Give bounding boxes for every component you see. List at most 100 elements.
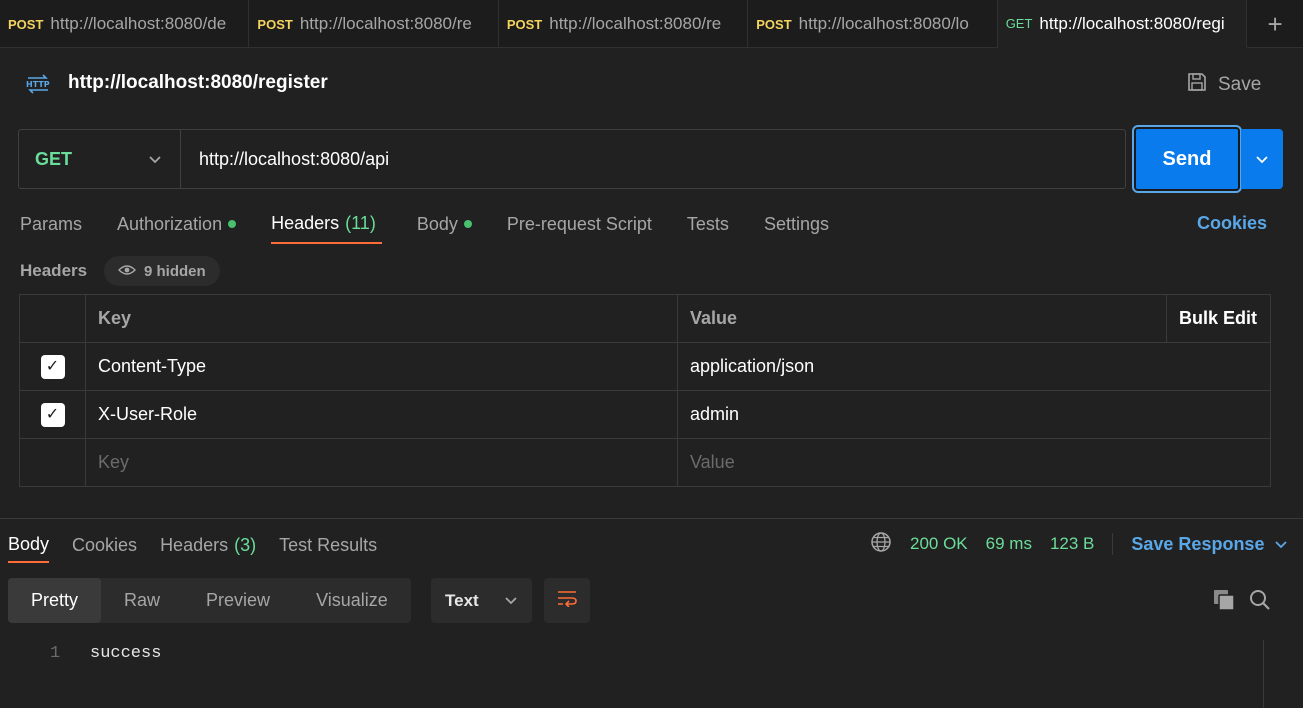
chevron-down-icon <box>148 149 162 170</box>
method-badge: GET <box>1005 16 1033 31</box>
request-header: HTTP http://localhost:8080/register Save <box>0 48 1303 120</box>
header-value[interactable]: application/json <box>677 342 1271 391</box>
tab-body[interactable]: Body <box>417 204 472 244</box>
tab-url: http://localhost:8080/re <box>549 14 722 33</box>
tab-label: Body <box>8 533 50 554</box>
http-icon: HTTP <box>24 72 52 96</box>
tab-url: http://localhost:8080/lo <box>798 14 969 33</box>
status-code[interactable]: 200 OK <box>910 534 968 554</box>
eye-icon <box>118 263 136 280</box>
table-row-empty: Key Value <box>19 438 1271 487</box>
tab-settings[interactable]: Settings <box>764 204 829 244</box>
globe-icon[interactable] <box>870 531 892 558</box>
line-number: 1 <box>50 644 61 663</box>
request-tab[interactable]: POST http://localhost:8080/lo <box>748 0 998 48</box>
method-select[interactable]: GET <box>19 130 181 188</box>
chevron-down-icon <box>1255 149 1269 170</box>
headers-label: Headers <box>20 261 88 280</box>
request-tab[interactable]: POST http://localhost:8080/re <box>499 0 749 48</box>
tab-tests[interactable]: Tests <box>687 204 729 244</box>
stats-separator <box>1112 533 1114 555</box>
checkbox[interactable]: ✓ <box>40 354 65 379</box>
scrollbar-track[interactable] <box>1263 640 1264 708</box>
tab-prerequest-script[interactable]: Pre-request Script <box>507 204 652 244</box>
header-value[interactable]: admin <box>677 390 1271 439</box>
request-tab[interactable]: POST http://localhost:8080/de <box>0 0 250 48</box>
send-button[interactable]: Send <box>1132 125 1242 193</box>
format-pretty[interactable]: Pretty <box>8 578 102 623</box>
method-label: GET <box>35 148 73 169</box>
count-badge: (3) <box>234 534 257 555</box>
method-badge: POST <box>257 16 293 32</box>
method-badge: POST <box>506 16 543 32</box>
url-bar: GET <box>18 129 1126 189</box>
response-tab-cookies[interactable]: Cookies <box>72 527 137 563</box>
response-tab-body[interactable]: Body <box>8 527 50 563</box>
save-label: Save <box>1218 74 1262 95</box>
cookies-link[interactable]: Cookies <box>1197 213 1267 234</box>
save-response-label: Save Response <box>1131 533 1265 554</box>
save-button[interactable]: Save <box>1186 71 1261 99</box>
chevron-down-icon <box>1274 534 1288 555</box>
request-tab-active[interactable]: GET http://localhost:8080/regi <box>997 0 1248 48</box>
search-icon[interactable] <box>1249 589 1271 616</box>
tab-url: http://localhost:8080/de <box>50 14 227 33</box>
tab-label: Body <box>416 213 458 234</box>
format-visualize[interactable]: Visualize <box>293 578 411 623</box>
language-select[interactable]: Text <box>431 578 532 623</box>
key-column-header: Key <box>85 294 678 343</box>
tab-headers[interactable]: Headers (11) <box>271 204 382 244</box>
copy-icon[interactable] <box>1212 588 1236 617</box>
chevron-down-icon <box>504 591 518 611</box>
response-tabs: Body Cookies Headers (3) Test Results <box>8 527 400 567</box>
response-body-text: success <box>90 644 162 663</box>
hidden-headers-toggle[interactable]: 9 hidden <box>104 256 220 286</box>
tab-label: Headers <box>160 534 229 555</box>
svg-text:HTTP: HTTP <box>26 80 50 89</box>
tab-label: Cookies <box>72 534 138 555</box>
hidden-count: 9 hidden <box>144 262 206 280</box>
response-time[interactable]: 69 ms <box>986 534 1032 554</box>
wrap-lines-button[interactable] <box>544 578 590 623</box>
row-checkbox-cell: ✓ <box>19 342 86 391</box>
tab-authorization[interactable]: Authorization <box>117 204 237 244</box>
headers-table: Key Value Bulk Edit ✓ Content-Type appli… <box>19 294 1271 487</box>
request-tabs: Params Authorization Headers (11) Body Pr… <box>20 204 864 248</box>
count-badge: (11) <box>345 212 376 233</box>
method-badge: POST <box>8 16 44 32</box>
checkbox[interactable]: ✓ <box>40 402 65 427</box>
tab-params[interactable]: Params <box>20 204 82 244</box>
save-icon <box>1186 71 1208 99</box>
request-tab-bar: POST http://localhost:8080/de POST http:… <box>0 0 1303 48</box>
tab-label: Params <box>20 213 83 234</box>
url-input[interactable] <box>181 130 1125 188</box>
wrap-icon <box>556 589 578 612</box>
response-stats: 200 OK 69 ms 123 B Save Response <box>870 531 1288 558</box>
send-dropdown-button[interactable] <box>1241 129 1283 189</box>
tab-label: Tests <box>686 213 729 234</box>
language-label: Text <box>445 590 479 610</box>
response-tab-headers[interactable]: Headers (3) <box>160 527 256 563</box>
response-tab-test-results[interactable]: Test Results <box>279 527 377 563</box>
value-placeholder[interactable]: Value <box>677 438 1271 487</box>
value-column-header: Value <box>677 294 1167 343</box>
status-dot <box>228 220 237 228</box>
table-row: ✓ Content-Type application/json <box>19 342 1271 391</box>
save-response-button[interactable]: Save Response <box>1131 534 1288 555</box>
header-key[interactable]: X-User-Role <box>85 390 678 439</box>
format-preview[interactable]: Preview <box>183 578 293 623</box>
response-size[interactable]: 123 B <box>1050 534 1094 554</box>
bulk-edit-button[interactable]: Bulk Edit <box>1166 294 1271 343</box>
tab-url: http://localhost:8080/regi <box>1039 13 1225 33</box>
request-title[interactable]: http://localhost:8080/register <box>68 72 328 94</box>
header-key[interactable]: Content-Type <box>85 342 678 391</box>
table-header-row: Key Value Bulk Edit <box>19 294 1271 343</box>
tab-label: Test Results <box>279 534 378 555</box>
new-tab-button[interactable]: + <box>1247 0 1303 48</box>
format-toggle-group: Pretty Raw Preview Visualize <box>8 578 411 623</box>
response-divider[interactable] <box>0 518 1303 519</box>
format-raw[interactable]: Raw <box>101 578 183 623</box>
table-row: ✓ X-User-Role admin <box>19 390 1271 439</box>
key-placeholder[interactable]: Key <box>85 438 678 487</box>
request-tab[interactable]: POST http://localhost:8080/re <box>249 0 499 48</box>
